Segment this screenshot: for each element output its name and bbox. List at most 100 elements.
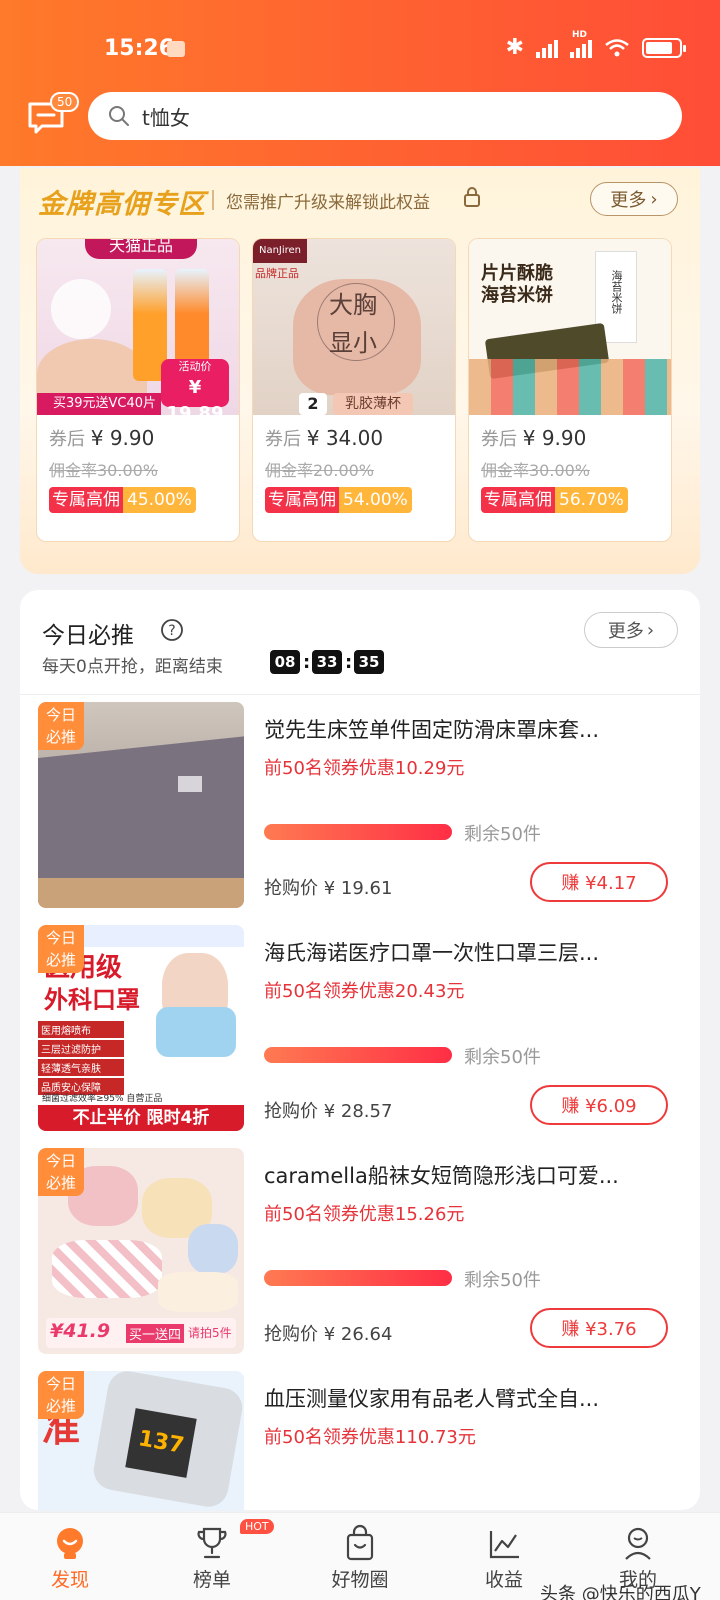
hot-badge: HOT — [240, 1519, 274, 1534]
shopping-bag-icon — [346, 1524, 374, 1561]
sock-illustration — [158, 1272, 238, 1312]
pack-count-icon: 2 — [299, 393, 327, 415]
section-title: 今日必推 — [42, 623, 134, 649]
product-row[interactable]: 医用级 外科口罩 医用熔喷布 三层过滤防护 轻薄透气亲肤 品质安心保障 细菌过滤… — [20, 925, 700, 1137]
product-row[interactable]: 准 137 今日 必推 血压测量仪家用有品老人臂式全自... 前50名领券优惠11… — [20, 1371, 700, 1511]
exclusive-commission: 专属高佣 56.70% — [481, 487, 628, 513]
nav-item-goods-circle[interactable]: 好物圈 — [300, 1513, 420, 1600]
image-caption: 乳胶薄杯 — [333, 393, 413, 415]
brand-label: NanJiren — [253, 239, 307, 263]
product-image: 天猫正品 活动价 ¥ 19.89 买39元送VC40片 — [37, 239, 239, 415]
search-text: t恤女 — [142, 105, 190, 130]
earn-button[interactable]: 赚 ¥3.76 — [530, 1308, 668, 1348]
status-time: 15:26 — [104, 36, 175, 61]
image-line-2: 显小 — [329, 329, 377, 357]
coupon-text: 前50名领券优惠10.29元 — [264, 758, 465, 779]
chevron-right-icon: › — [646, 619, 655, 641]
countdown-colon: : — [303, 651, 311, 673]
today-tag: 今日 必推 — [38, 1148, 84, 1196]
trophy-icon — [197, 1527, 227, 1559]
gold-more-label: 更多 — [610, 190, 647, 211]
nav-label: 好物圈 — [331, 1569, 389, 1591]
divider — [20, 694, 700, 695]
message-badge: 50 — [50, 92, 80, 112]
gold-product-card[interactable]: NanJiren 品牌正品 大胸 显小 2 乳胶薄杯 券后 ¥ 34.00 佣金… — [252, 238, 456, 542]
image-price: ¥41.9 — [50, 1320, 111, 1342]
brand-sub: 品牌正品 — [255, 267, 299, 280]
product-image: 片片酥脆 海苔米饼 海苔米饼 — [469, 239, 671, 415]
today-more-button[interactable]: 更多 › — [584, 612, 678, 648]
coupon-text: 前50名领券优惠110.73元 — [264, 1427, 476, 1448]
image-line-1: 大胸 — [329, 291, 377, 319]
after-coupon-price: 券后 ¥ 9.90 — [49, 425, 154, 451]
watermark: 头条 @快乐的西瓜Y — [540, 1584, 701, 1600]
tag-line-2: 必推 — [45, 1397, 76, 1415]
image-promo: 买一送四 — [126, 1324, 185, 1343]
nav-item-discover[interactable]: 发现 — [10, 1513, 130, 1600]
gold-product-card[interactable]: 天猫正品 活动价 ¥ 19.89 买39元送VC40片 券后 ¥ 9.90 佣金… — [36, 238, 240, 542]
product-row[interactable]: 觉 今日必推 觉先生床笠单件固定防滑床罩床套... 前50名领券优惠10.29元… — [20, 702, 700, 914]
baby-illustration — [51, 279, 111, 339]
commission-value: 45.00% — [123, 487, 196, 513]
commission-value: 56.70% — [555, 487, 628, 513]
gold-zone-title: 金牌高佣专区 — [38, 189, 206, 220]
tag-line-1: 今日 — [45, 1375, 76, 1393]
svg-text:?: ? — [168, 623, 175, 639]
today-recommend-section: 今日必推 ? 每天0点开抢，距离结束 08 : 33 : 35 更多 › 觉 今… — [20, 590, 700, 1511]
old-commission-rate: 佣金率30.00% — [49, 461, 159, 480]
gold-zone-subtitle: 您需推广升级来解锁此权益 — [226, 193, 430, 213]
price-value: ¥ 9.90 — [522, 426, 587, 450]
earn-button[interactable]: 赚 ¥6.09 — [530, 1085, 668, 1125]
flash-price: 抢购价 ¥ 26.64 — [264, 1324, 393, 1345]
feature-item: 轻薄透气亲肤 — [38, 1059, 124, 1076]
exclusive-commission: 专属高佣 45.00% — [49, 487, 196, 513]
gold-product-card[interactable]: 片片酥脆 海苔米饼 海苔米饼 券后 ¥ 9.90 佣金率30.00% 专属高佣 5… — [468, 238, 672, 542]
image-price-strip: ¥41.9 买一送四 请拍5件 — [46, 1318, 236, 1348]
gold-commission-zone: 金牌高佣专区 您需推广升级来解锁此权益 更多 › 天猫正品 活动价 ¥ 19.8… — [20, 168, 700, 574]
profile-icon — [625, 1527, 651, 1560]
image-promo-2: 请拍5件 — [188, 1326, 232, 1340]
bluetooth-icon: ✱ — [505, 35, 524, 60]
tag-line-2: 必推 — [45, 728, 76, 746]
notification-icon — [167, 41, 185, 57]
countdown-minutes: 33 — [312, 650, 342, 674]
gold-more-button[interactable]: 更多 › — [590, 182, 678, 216]
remaining-stock: 剩余50件 — [464, 1047, 541, 1068]
price-prefix: 券后 — [481, 429, 517, 450]
image-bottom-banner: 不止半价 限时4折 — [38, 1105, 244, 1131]
chart-icon — [489, 1531, 519, 1559]
today-more-label: 更多 — [607, 621, 644, 642]
product-row[interactable]: ¥41.9 买一送四 请拍5件 今日 必推 caramella船袜女短筒隐形浅口可… — [20, 1148, 700, 1360]
earn-button[interactable]: 赚 ¥4.17 — [530, 862, 668, 902]
product-image: NanJiren 品牌正品 大胸 显小 2 乳胶薄杯 — [253, 239, 455, 415]
product-title: 海氏海诺医疗口罩一次性口罩三层... — [264, 941, 600, 965]
today-tag: 今日 必推 — [38, 1371, 84, 1419]
mask-illustration — [156, 1007, 236, 1057]
remaining-stock: 剩余50件 — [464, 824, 541, 845]
after-coupon-price: 券后 ¥ 34.00 — [265, 425, 383, 451]
flash-price: 抢购价 ¥ 28.57 — [264, 1101, 393, 1122]
help-icon[interactable]: ? — [160, 618, 184, 642]
countdown-colon: : — [345, 651, 353, 673]
stock-progress-bar — [264, 1270, 452, 1286]
sock-illustration — [188, 1224, 238, 1274]
tag-line-1: 今日 — [45, 706, 76, 724]
remaining-stock: 剩余50件 — [464, 1270, 541, 1291]
monitor-screen: 137 — [125, 1408, 197, 1478]
label-card — [178, 776, 202, 792]
commission-label: 专属高佣 — [481, 487, 555, 513]
header: 15:26 ✱ HD 50 t恤女 — [0, 0, 720, 166]
image-line-2: 海苔米饼 — [481, 285, 553, 306]
divider — [212, 190, 214, 210]
wifi-icon — [605, 39, 629, 57]
lock-icon — [464, 187, 480, 207]
lightbulb-icon — [57, 1528, 83, 1559]
activity-price: ¥ 19.89 — [166, 377, 224, 415]
commission-value: 54.00% — [339, 487, 412, 513]
status-icons: ✱ HD — [505, 30, 686, 60]
commission-label: 专属高佣 — [49, 487, 123, 513]
chevron-right-icon: › — [650, 188, 658, 210]
product-title: 血压测量仪家用有品老人臂式全自... — [264, 1387, 600, 1411]
search-input[interactable]: t恤女 — [88, 92, 682, 140]
feature-item: 三层过滤防护 — [38, 1040, 124, 1057]
